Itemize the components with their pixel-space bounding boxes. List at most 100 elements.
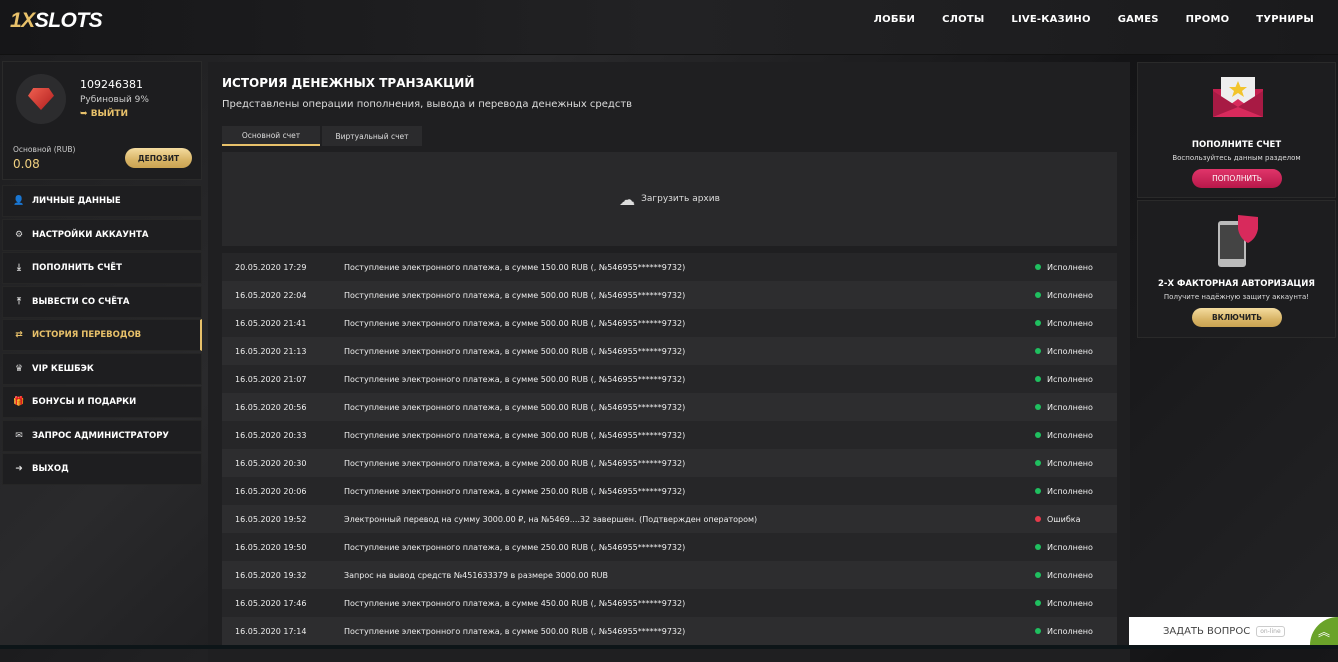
tab-virtual-account[interactable]: Виртуальный счет	[322, 126, 422, 146]
status-badge: Исполнено	[1035, 263, 1117, 272]
row-date: 16.05.2020 21:07	[235, 374, 307, 384]
table-row: 16.05.2020 19:32 Запрос на вывод средств …	[222, 561, 1117, 589]
table-row: 16.05.2020 17:14 Поступление электронного…	[222, 617, 1117, 645]
deposit-button[interactable]: ДЕПОЗИТ	[125, 148, 192, 168]
status-badge: Исполнено	[1035, 487, 1117, 496]
row-description: Поступление электронного платежа, в сумм…	[344, 458, 686, 468]
sidebar-item[interactable]: 👤 ЛИЧНЫЕ ДАННЫЕ	[2, 185, 202, 217]
status-badge: Исполнено	[1035, 543, 1117, 552]
table-row: 16.05.2020 22:04 Поступление электронного…	[222, 281, 1117, 309]
row-description: Поступление электронного платежа, в сумм…	[344, 542, 686, 552]
nav-item[interactable]: ЛОББИ	[874, 14, 915, 25]
sidebar-item[interactable]: ⤓ ПОПОЛНИТЬ СЧЁТ	[2, 252, 202, 284]
phone-shield-icon	[1218, 215, 1258, 267]
user-icon: 👤	[13, 196, 25, 206]
status-dot-icon	[1035, 264, 1041, 270]
ask-question-widget[interactable]: ЗАДАТЬ ВОПРОС on-line ︽	[1129, 617, 1338, 645]
row-description: Поступление электронного платежа, в сумм…	[344, 290, 686, 300]
nav-item[interactable]: ТУРНИРЫ	[1256, 14, 1314, 25]
status-badge: Исполнено	[1035, 375, 1117, 384]
status-badge: Исполнено	[1035, 347, 1117, 356]
crown-icon: ♛	[14, 363, 24, 374]
sidebar-item[interactable]: ✉ ЗАПРОС АДМИНИСТРАТОРУ	[2, 419, 202, 452]
status-badge: Исполнено	[1035, 291, 1117, 300]
balance: 0.08	[13, 157, 40, 171]
sidebar-item[interactable]: ➜ ВЫХОД	[2, 453, 202, 485]
nav-item[interactable]: СЛОТЫ	[942, 14, 984, 25]
table-row: 16.05.2020 17:46 Поступление электронного…	[222, 589, 1117, 617]
table-row: 16.05.2020 20:06 Поступление электронного…	[222, 477, 1117, 505]
row-date: 16.05.2020 21:41	[235, 318, 307, 328]
promo-sidebar: ПОПОЛНИТЕ СЧЕТ Воспользуйтесь данным раз…	[1137, 62, 1336, 338]
row-date: 16.05.2020 22:04	[235, 290, 307, 300]
sidebar-item[interactable]: ⚙ НАСТРОЙКИ АККАУНТА	[2, 218, 202, 251]
row-date: 16.05.2020 21:13	[235, 346, 307, 356]
profile-card: 109246381 Рубиновый 9% ➥ ВЫЙТИ Основной …	[2, 61, 202, 180]
page-subtitle: Представлены операции пополнения, вывода…	[222, 99, 633, 110]
nav-item[interactable]: ПРОМО	[1186, 14, 1230, 25]
row-description: Электронный перевод на сумму 3000.00 ₽, …	[344, 514, 758, 524]
top-header: 1XSLOTS ЛОББИ СЛОТЫ LIVE-КАЗИНО GAMES ПРОМО Т…	[0, 0, 1338, 55]
nav-item[interactable]: LIVE-КАЗИНО	[1011, 14, 1090, 25]
table-row: 20.05.2020 17:29 Поступление электронного…	[222, 253, 1117, 281]
transactions-panel: ИСТОРИЯ ДЕНЕЖНЫХ ТРАНЗАКЦИЙ Представлены…	[208, 62, 1130, 662]
tab-main-account[interactable]: Основной счет	[222, 126, 320, 146]
top-up-button[interactable]: ПОПОЛНИТЬ	[1192, 169, 1282, 188]
status-dot-icon	[1035, 432, 1041, 438]
status-badge: Исполнено	[1035, 571, 1117, 580]
row-date: 16.05.2020 19:32	[235, 570, 307, 580]
table-row: 16.05.2020 21:07 Поступление электронного…	[222, 365, 1117, 393]
nav-item[interactable]: GAMES	[1118, 14, 1159, 25]
withdraw-icon: ⤒	[17, 296, 21, 307]
row-description: Поступление электронного платежа, в сумм…	[344, 430, 686, 440]
status-badge: Исполнено	[1035, 627, 1117, 636]
status-dot-icon	[1035, 292, 1041, 298]
row-date: 16.05.2020 20:06	[235, 486, 307, 496]
status-dot-icon	[1035, 348, 1041, 354]
row-date: 16.05.2020 20:30	[235, 458, 307, 468]
status-badge: Ошибка	[1035, 515, 1117, 524]
row-date: 16.05.2020 20:56	[235, 402, 307, 412]
logout-icon: ➥	[80, 109, 91, 119]
enable-2fa-button[interactable]: ВКЛЮЧИТЬ	[1192, 308, 1282, 327]
status-dot-icon	[1035, 404, 1041, 410]
row-description: Поступление электронного платежа, в сумм…	[344, 626, 686, 636]
sidebar-item[interactable]: ⇄ ИСТОРИЯ ПЕРЕВОДОВ	[2, 319, 202, 351]
chevron-up-icon[interactable]: ︽	[1310, 617, 1338, 645]
status-dot-icon	[1035, 488, 1041, 494]
twofa-text: Получите надёжную защиту аккаунта!	[1163, 293, 1310, 301]
twofa-title: 2-Х ФАКТОРНАЯ АВТОРИЗАЦИЯ	[1158, 279, 1315, 289]
page-title: ИСТОРИЯ ДЕНЕЖНЫХ ТРАНЗАКЦИЙ	[222, 76, 475, 90]
sidebar-item[interactable]: ⤒ ВЫВЕСТИ СО СЧЁТА	[2, 285, 202, 318]
user-rank: Рубиновый 9%	[80, 95, 149, 105]
sidebar-item[interactable]: 🎁 БОНУСЫ И ПОДАРКИ	[2, 386, 202, 418]
deposit-promo-title: ПОПОЛНИТЕ СЧЕТ	[1191, 140, 1282, 150]
logout-link[interactable]: ➥ ВЫЙТИ	[80, 109, 128, 119]
row-description: Запрос на вывод средств №451633379 в раз…	[344, 570, 609, 580]
sidebar: 109246381 Рубиновый 9% ➥ ВЫЙТИ Основной …	[2, 61, 202, 487]
status-dot-icon	[1035, 628, 1041, 634]
main-nav: ЛОББИ СЛОТЫ LIVE-КАЗИНО GAMES ПРОМО ТУРНИРЫ	[874, 14, 1314, 25]
sidebar-item-label: ЛИЧНЫЕ ДАННЫЕ	[32, 196, 121, 206]
envelope-star-icon	[1213, 77, 1263, 117]
row-description: Поступление электронного платежа, в сумм…	[344, 318, 686, 328]
table-row: 16.05.2020 19:52 Электронный перевод на с…	[222, 505, 1117, 533]
sidebar-item-label: НАСТРОЙКИ АККАУНТА	[32, 229, 149, 240]
sidebar-item-label: VIP КЕШБЭК	[32, 363, 94, 374]
table-row: 16.05.2020 21:13 Поступление электронного…	[222, 337, 1117, 365]
sidebar-item[interactable]: ♛ VIP КЕШБЭК	[2, 352, 202, 385]
row-description: Поступление электронного платежа, в сумм…	[344, 374, 686, 384]
logo[interactable]: 1XSLOTS	[10, 9, 103, 33]
table-row: 16.05.2020 21:41 Поступление электронного…	[222, 309, 1117, 337]
status-dot-icon	[1035, 600, 1041, 606]
status-dot-icon	[1035, 516, 1041, 522]
table-row: 16.05.2020 19:50 Поступление электронного…	[222, 533, 1117, 561]
status-dot-icon	[1035, 320, 1041, 326]
status-dot-icon	[1035, 460, 1041, 466]
sidebar-item-label: ВЫХОД	[32, 464, 69, 474]
status-dot-icon	[1035, 376, 1041, 382]
row-description: Поступление электронного платежа, в сумм…	[344, 486, 686, 496]
download-archive-button[interactable]: ☁ Загрузить архив	[222, 152, 1117, 246]
row-date: 16.05.2020 17:46	[235, 598, 307, 608]
status-dot-icon	[1035, 544, 1041, 550]
